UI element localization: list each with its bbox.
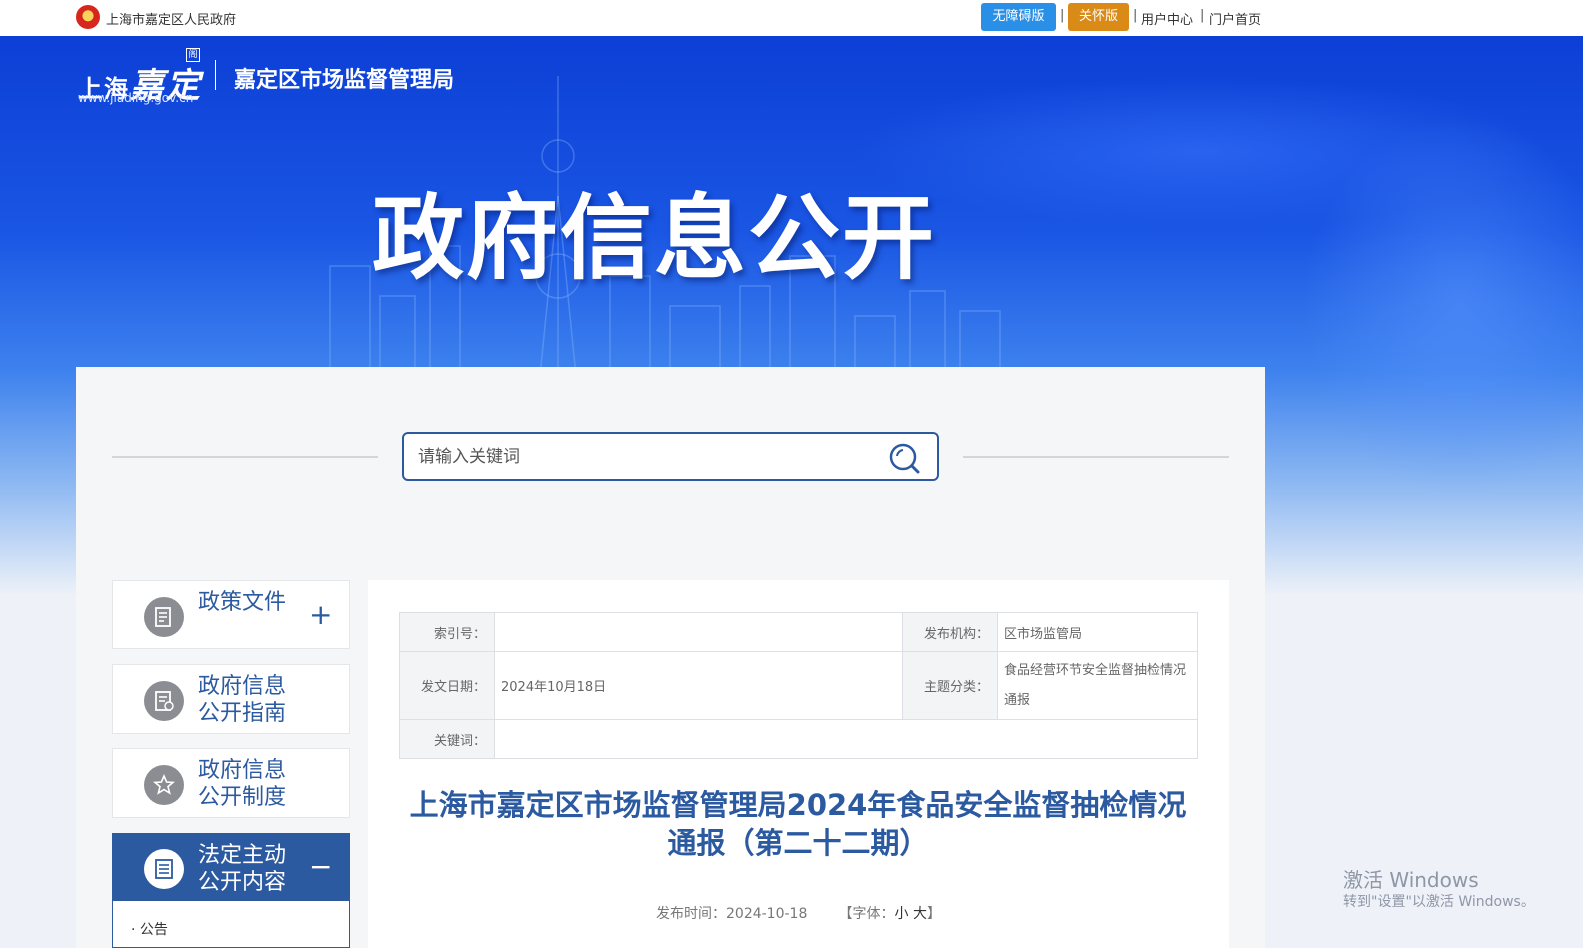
sidebar-item-disclosure-system[interactable]: 政府信息 公开制度 — [112, 748, 350, 818]
main-panel: 政策文件 + 政府信息 公开指南 政府信息 公开制度 法定主动 公开内容 − ·… — [76, 367, 1265, 948]
search-input[interactable] — [418, 444, 858, 470]
logo-divider — [215, 60, 216, 90]
date-value: 2024年10月18日 — [494, 651, 903, 720]
article-meta-table: 索引号： 发布机构： 区市场监管局 发文日期： 2024年10月18日 主题分类… — [399, 612, 1198, 759]
sidebar-item-label: 公开内容 — [198, 870, 287, 895]
publish-time: 2024-10-18 — [726, 906, 808, 922]
sidebar-item-label: 政府信息 — [198, 674, 287, 699]
logo-url: www.jiading.gov.cn — [78, 91, 194, 105]
collapse-minus-icon[interactable]: − — [309, 850, 332, 883]
keyword-label: 关键词： — [399, 719, 495, 759]
separator: | — [1133, 8, 1138, 23]
gov-name-link[interactable]: 上海市嘉定区人民政府 — [106, 9, 236, 28]
date-label: 发文日期： — [399, 651, 495, 720]
list-document-icon — [144, 849, 184, 889]
windows-watermark-title: 激活 Windows — [1343, 868, 1479, 892]
logo-seal-icon: 阁 — [186, 48, 200, 62]
sidebar-sub-list: · 公告 — [112, 901, 350, 948]
sidebar-item-label: 公开指南 — [198, 701, 287, 726]
article-card: 索引号： 发布机构： 区市场监管局 发文日期： 2024年10月18日 主题分类… — [368, 580, 1229, 948]
search-decor-line — [112, 456, 378, 458]
hero-title: 政府信息公开 — [372, 185, 937, 292]
sidebar-item-label: 政策文件 — [198, 590, 287, 615]
expand-plus-icon[interactable]: + — [309, 598, 332, 631]
publish-info: 发布时间：2024-10-18 【字体：小 大】 — [368, 903, 1229, 923]
sidebar-item-statutory-content[interactable]: 法定主动 公开内容 − — [112, 833, 350, 902]
publish-time-label: 发布时间： — [656, 906, 726, 922]
portal-home-link[interactable]: 门户首页 — [1209, 9, 1261, 28]
index-value — [494, 612, 903, 652]
bureau-name: 嘉定区市场监督管理局 — [234, 68, 455, 93]
separator: | — [1060, 8, 1065, 23]
sidebar-item-label: 政府信息 — [198, 758, 287, 783]
accessibility-mode-button[interactable]: 无障碍版 — [981, 3, 1056, 31]
search-icon[interactable] — [888, 442, 920, 474]
index-label: 索引号： — [399, 612, 495, 652]
top-bar: 上海市嘉定区人民政府 无障碍版 | 关怀版 | 用户中心 | 门户首页 — [0, 0, 1583, 36]
keyword-value — [494, 719, 1198, 759]
sidebar-item-label: 公开制度 — [198, 785, 287, 810]
font-size-label: 【字体： — [838, 906, 895, 922]
user-center-link[interactable]: 用户中心 — [1141, 9, 1193, 28]
national-emblem-icon — [76, 5, 100, 29]
font-large-button[interactable]: 大 — [913, 906, 927, 922]
windows-watermark-subtitle: 转到"设置"以激活 Windows。 — [1343, 894, 1535, 910]
guide-document-icon — [144, 681, 184, 721]
font-size-label-close: 】 — [926, 906, 941, 922]
sidebar-sub-item-announcement[interactable]: · 公告 — [131, 919, 168, 939]
star-icon — [144, 765, 184, 805]
publisher-value: 区市场监管局 — [997, 612, 1198, 652]
font-small-button[interactable]: 小 — [895, 906, 909, 922]
sidebar-item-disclosure-guide[interactable]: 政府信息 公开指南 — [112, 664, 350, 734]
article-title: 上海市嘉定区市场监督管理局2024年食品安全监督抽检情况通报（第二十二期） — [409, 788, 1187, 860]
publisher-label: 发布机构： — [902, 612, 998, 652]
care-mode-button[interactable]: 关怀版 — [1068, 3, 1129, 31]
search-decor-line — [963, 456, 1229, 458]
sidebar-item-label: 法定主动 — [198, 843, 287, 868]
separator: | — [1200, 8, 1205, 23]
topic-label: 主题分类： — [902, 651, 998, 720]
document-icon — [144, 597, 184, 637]
sidebar-item-policy-docs[interactable]: 政策文件 + — [112, 580, 350, 649]
topic-value: 食品经营环节安全监督抽检情况通报 — [997, 651, 1198, 720]
search-box — [402, 432, 939, 481]
